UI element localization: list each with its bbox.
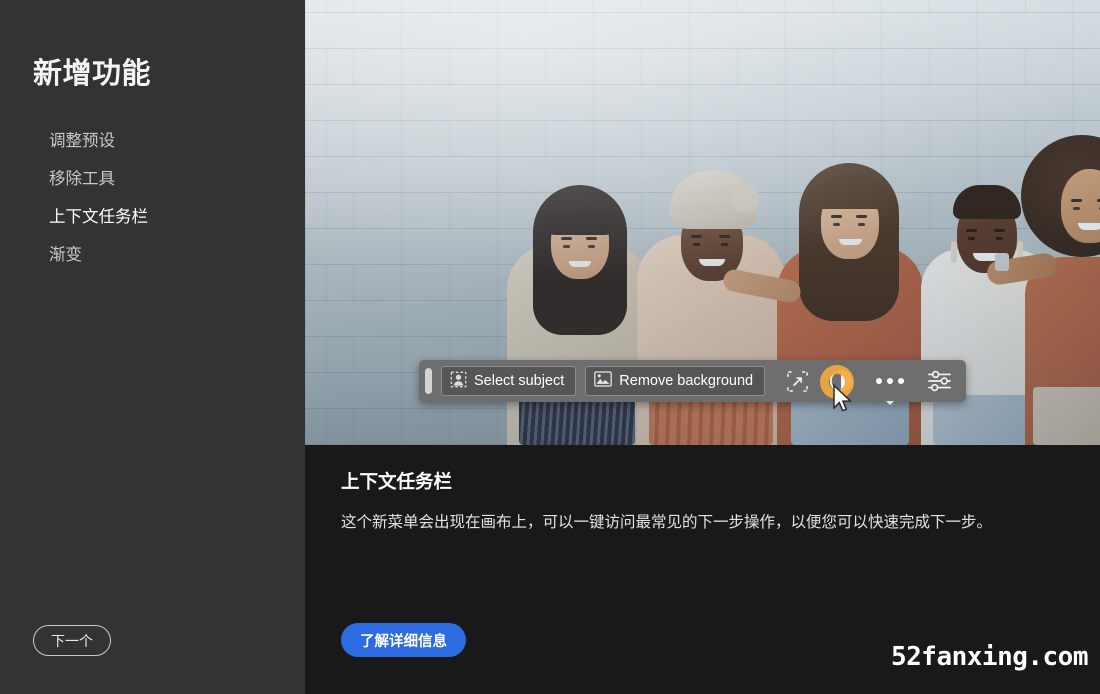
sidebar-item-label: 移除工具 xyxy=(49,170,115,188)
contextual-taskbar[interactable]: Select subject Remove background xyxy=(419,360,967,405)
select-subject-icon xyxy=(450,371,467,392)
chevron-down-icon xyxy=(886,401,895,405)
sidebar-item-remove-tool[interactable]: 移除工具 xyxy=(0,160,305,198)
transform-icon[interactable] xyxy=(779,366,815,396)
properties-sliders-icon[interactable] xyxy=(921,366,957,396)
whats-new-dialog: 新增功能 调整预设 移除工具 上下文任务栏 渐变 下一个 Select subj… xyxy=(0,0,1100,694)
caption-title: 上下文任务栏 xyxy=(341,471,453,492)
main-content: Select subject Remove background 上下文任务栏 … xyxy=(305,0,1100,694)
sidebar-item-label: 调整预设 xyxy=(49,132,115,150)
taskbar-icon-group xyxy=(779,366,957,405)
drag-handle-icon[interactable] xyxy=(425,368,432,394)
watermark: 52fanxing.com xyxy=(891,642,1089,672)
select-subject-button[interactable]: Select subject xyxy=(441,366,577,396)
sidebar-item-label: 渐变 xyxy=(49,246,82,264)
sidebar-item-contextual-taskbar[interactable]: 上下文任务栏 xyxy=(0,198,305,236)
next-button[interactable]: 下一个 xyxy=(33,625,111,656)
select-subject-label: Select subject xyxy=(474,373,565,389)
sidebar-item-label: 上下文任务栏 xyxy=(49,208,148,226)
remove-background-icon xyxy=(594,371,613,391)
learn-more-button[interactable]: 了解详细信息 xyxy=(341,623,466,657)
remove-background-button[interactable]: Remove background xyxy=(585,366,766,396)
sidebar: 新增功能 调整预设 移除工具 上下文任务栏 渐变 下一个 xyxy=(0,0,305,694)
mouse-pointer-icon xyxy=(832,383,854,419)
remove-background-label: Remove background xyxy=(619,373,754,389)
more-options-icon[interactable] xyxy=(867,366,913,405)
sidebar-item-gradient[interactable]: 渐变 xyxy=(0,236,305,274)
caption-body: 这个新菜单会出现在画布上，可以一键访问最常见的下一步操作，以便您可以快速完成下一… xyxy=(341,514,993,531)
sidebar-item-adjustment-presets[interactable]: 调整预设 xyxy=(0,122,305,160)
page-title: 新增功能 xyxy=(33,58,152,90)
hero-image: Select subject Remove background xyxy=(305,0,1100,445)
sidebar-nav: 调整预设 移除工具 上下文任务栏 渐变 xyxy=(0,122,305,274)
caption-block: 上下文任务栏 这个新菜单会出现在画布上，可以一键访问最常见的下一步操作，以便您可… xyxy=(341,468,1041,534)
